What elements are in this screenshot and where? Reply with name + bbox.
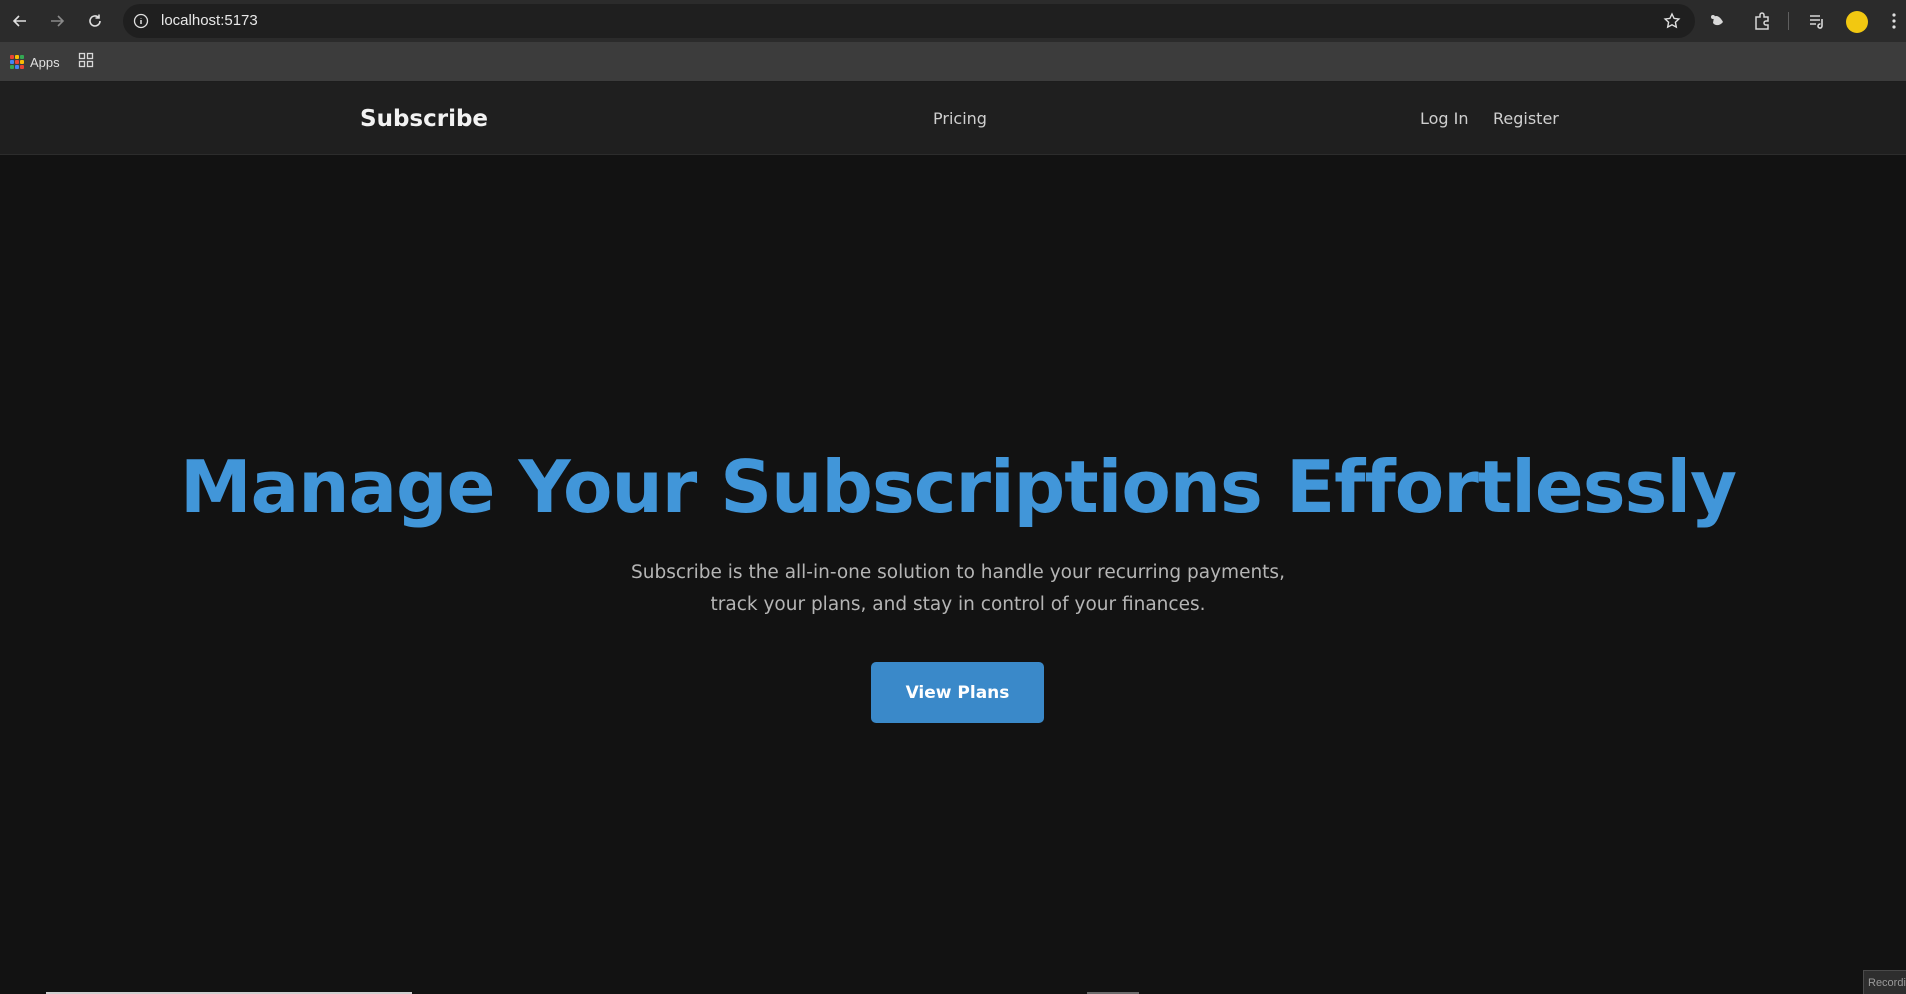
view-plans-button[interactable]: View Plans	[871, 662, 1044, 723]
site-info-icon[interactable]	[133, 13, 149, 29]
browser-toolbar: localhost:5173	[0, 0, 1906, 42]
apps-bookmark[interactable]: Apps	[10, 52, 60, 72]
tab-groups-icon[interactable]	[78, 52, 94, 68]
address-bar[interactable]: localhost:5173	[123, 4, 1695, 38]
bookmarks-bar: Apps	[0, 42, 1906, 82]
recording-badge: Recording	[1863, 970, 1906, 994]
hero-subtitle-line2: track your plans, and stay in control of…	[710, 594, 1206, 615]
back-icon[interactable]	[9, 10, 31, 32]
apps-label: Apps	[30, 54, 60, 70]
extension-drop-icon[interactable]	[1708, 11, 1728, 31]
url-text[interactable]: localhost:5173	[161, 12, 258, 29]
reload-icon[interactable]	[84, 10, 106, 32]
hero-subtitle-line1: Subscribe is the all-in-one solution to …	[631, 562, 1285, 583]
nav-pricing[interactable]: Pricing	[933, 109, 987, 128]
extensions-puzzle-icon[interactable]	[1752, 11, 1772, 31]
forward-icon[interactable]	[46, 10, 68, 32]
hero-title: Manage Your Subscriptions Effortlessly	[179, 445, 1737, 529]
menu-kebab-icon[interactable]	[1884, 11, 1904, 31]
bookmark-star-icon[interactable]	[1663, 12, 1681, 30]
nav-login[interactable]: Log In	[1420, 109, 1469, 128]
toolbar-divider	[1788, 12, 1789, 30]
profile-avatar[interactable]	[1846, 11, 1868, 33]
brand-logo[interactable]: Subscribe	[360, 106, 488, 132]
apps-grid-icon	[10, 55, 24, 69]
nav-register[interactable]: Register	[1493, 109, 1559, 128]
site-header: Subscribe Pricing Log In Register	[0, 82, 1906, 155]
media-queue-icon[interactable]	[1807, 11, 1827, 31]
hero-subtitle: Subscribe is the all-in-one solution to …	[553, 557, 1363, 621]
